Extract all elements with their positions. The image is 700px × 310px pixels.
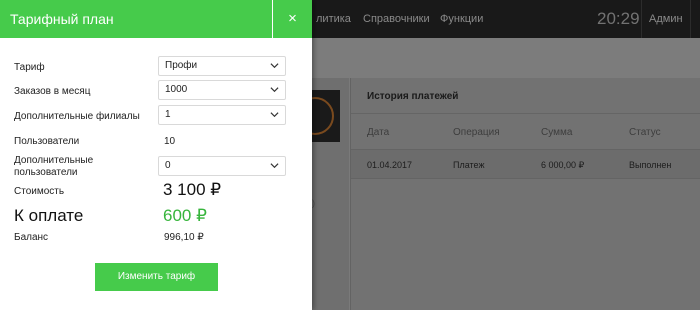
chevron-down-icon <box>270 163 279 169</box>
tariff-select[interactable]: Профи <box>158 56 286 76</box>
tariff-label: Тариф <box>14 62 45 73</box>
chevron-down-icon <box>270 63 279 69</box>
payment-history-panel: История платежей Дата Операция Сумма Ста… <box>350 78 700 310</box>
divider <box>351 113 700 114</box>
chevron-down-icon <box>270 87 279 93</box>
panel-header: Тарифный план × <box>0 0 312 38</box>
payment-history-title: История платежей <box>367 91 459 102</box>
chevron-down-icon <box>270 112 279 118</box>
orders-per-month-label: Заказов в месяц <box>14 86 91 97</box>
additional-users-value: 0 <box>165 160 171 171</box>
payment-date: 01.04.2017 <box>367 160 413 170</box>
topbar-divider <box>690 0 691 38</box>
orders-per-month-select[interactable]: 1000 <box>158 80 286 100</box>
additional-users-label-line1: Дополнительные <box>14 155 94 166</box>
tariff-select-value: Профи <box>165 60 198 71</box>
payment-status: Выполнен <box>629 160 672 170</box>
additional-branches-label: Дополнительные филиалы <box>14 111 140 122</box>
table-row[interactable]: 01.04.2017 Платеж 6 000,00 ₽ Выполнен <box>351 149 700 179</box>
column-header-operation[interactable]: Операция <box>453 127 500 138</box>
tariff-plan-panel: Тарифный план × Тариф Профи Заказов в ме… <box>0 0 312 310</box>
user-menu[interactable]: Админ <box>649 0 683 38</box>
balance-value: 996,10 ₽ <box>164 232 204 243</box>
cost-value: 3 100 ₽ <box>163 180 222 199</box>
close-button[interactable]: × <box>273 0 312 38</box>
to-pay-value: 600 ₽ <box>163 206 207 225</box>
additional-branches-select[interactable]: 1 <box>158 105 286 125</box>
cost-label: Стоимость <box>14 186 65 197</box>
column-header-amount[interactable]: Сумма <box>541 127 572 138</box>
balance-label: Баланс <box>14 232 49 243</box>
topbar-divider <box>641 0 642 38</box>
clock: 20:29 <box>597 9 640 28</box>
change-tariff-button[interactable]: Изменить тариф <box>95 263 218 291</box>
to-pay-label: К оплате <box>14 206 84 225</box>
orders-per-month-value: 1000 <box>165 84 188 95</box>
column-header-status[interactable]: Статус <box>629 127 661 138</box>
close-icon: × <box>288 10 297 27</box>
background-text-fragment: ) <box>312 198 315 208</box>
additional-users-select[interactable]: 0 <box>158 156 286 176</box>
additional-branches-value: 1 <box>165 109 171 120</box>
column-header-date[interactable]: Дата <box>367 127 389 138</box>
payment-amount: 6 000,00 ₽ <box>541 160 585 170</box>
payment-operation: Платеж <box>453 160 485 170</box>
nav-item-functions[interactable]: Функции <box>440 0 483 38</box>
panel-title: Тарифный план <box>10 11 114 27</box>
additional-users-label-line2: пользователи <box>14 167 78 178</box>
users-value: 10 <box>164 136 176 147</box>
users-label: Пользователи <box>14 136 80 147</box>
nav-item-references[interactable]: Справочники <box>363 0 430 38</box>
nav-item-analytics[interactable]: литика <box>316 0 351 38</box>
